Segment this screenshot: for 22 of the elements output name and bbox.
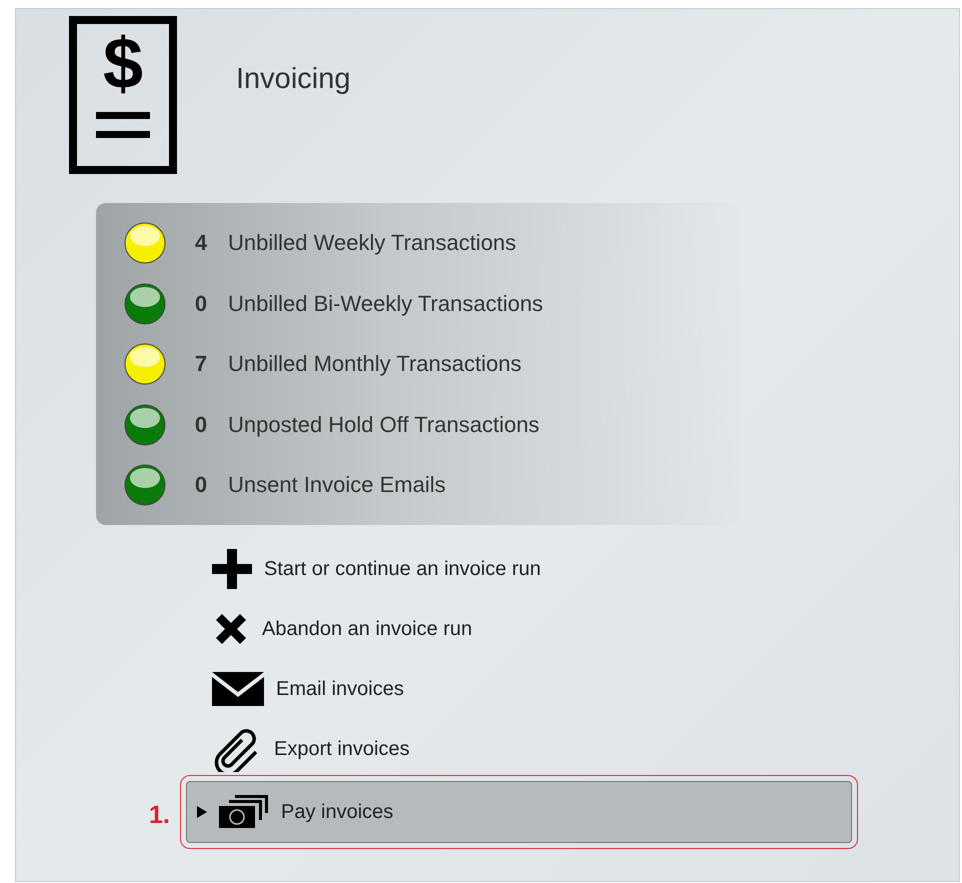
action-link[interactable]: Email invoices [16,663,404,715]
expand-triangle-icon [197,806,207,818]
annotation-number: 1. [149,801,170,830]
status-label: Unbilled Monthly Transactions [228,351,522,378]
dollar-sign: $ [102,24,144,104]
page-title: Invoicing [236,63,350,96]
lines-icon [96,112,150,138]
status-label: Unbilled Weekly Transactions [228,230,516,256]
action-link[interactable]: Abandon an invoice run [16,603,472,655]
status-label: Unbilled Bi-Weekly Transactions [228,290,544,317]
status-count: 0 [194,472,208,498]
envelope-icon [212,672,264,706]
status-count: 4 [194,230,208,256]
status-label: Unsent Invoice Emails [228,472,446,498]
plus-icon [212,549,252,589]
status-count: 0 [194,412,208,438]
status-count: 0 [194,290,208,317]
status-label: Unposted Hold Off Transactions [228,412,540,438]
action-link[interactable]: Start or continue an invoice run [16,543,541,595]
action-link[interactable]: Export invoices [16,723,410,775]
banknotes-icon [219,795,269,829]
status-count: 7 [194,351,208,378]
